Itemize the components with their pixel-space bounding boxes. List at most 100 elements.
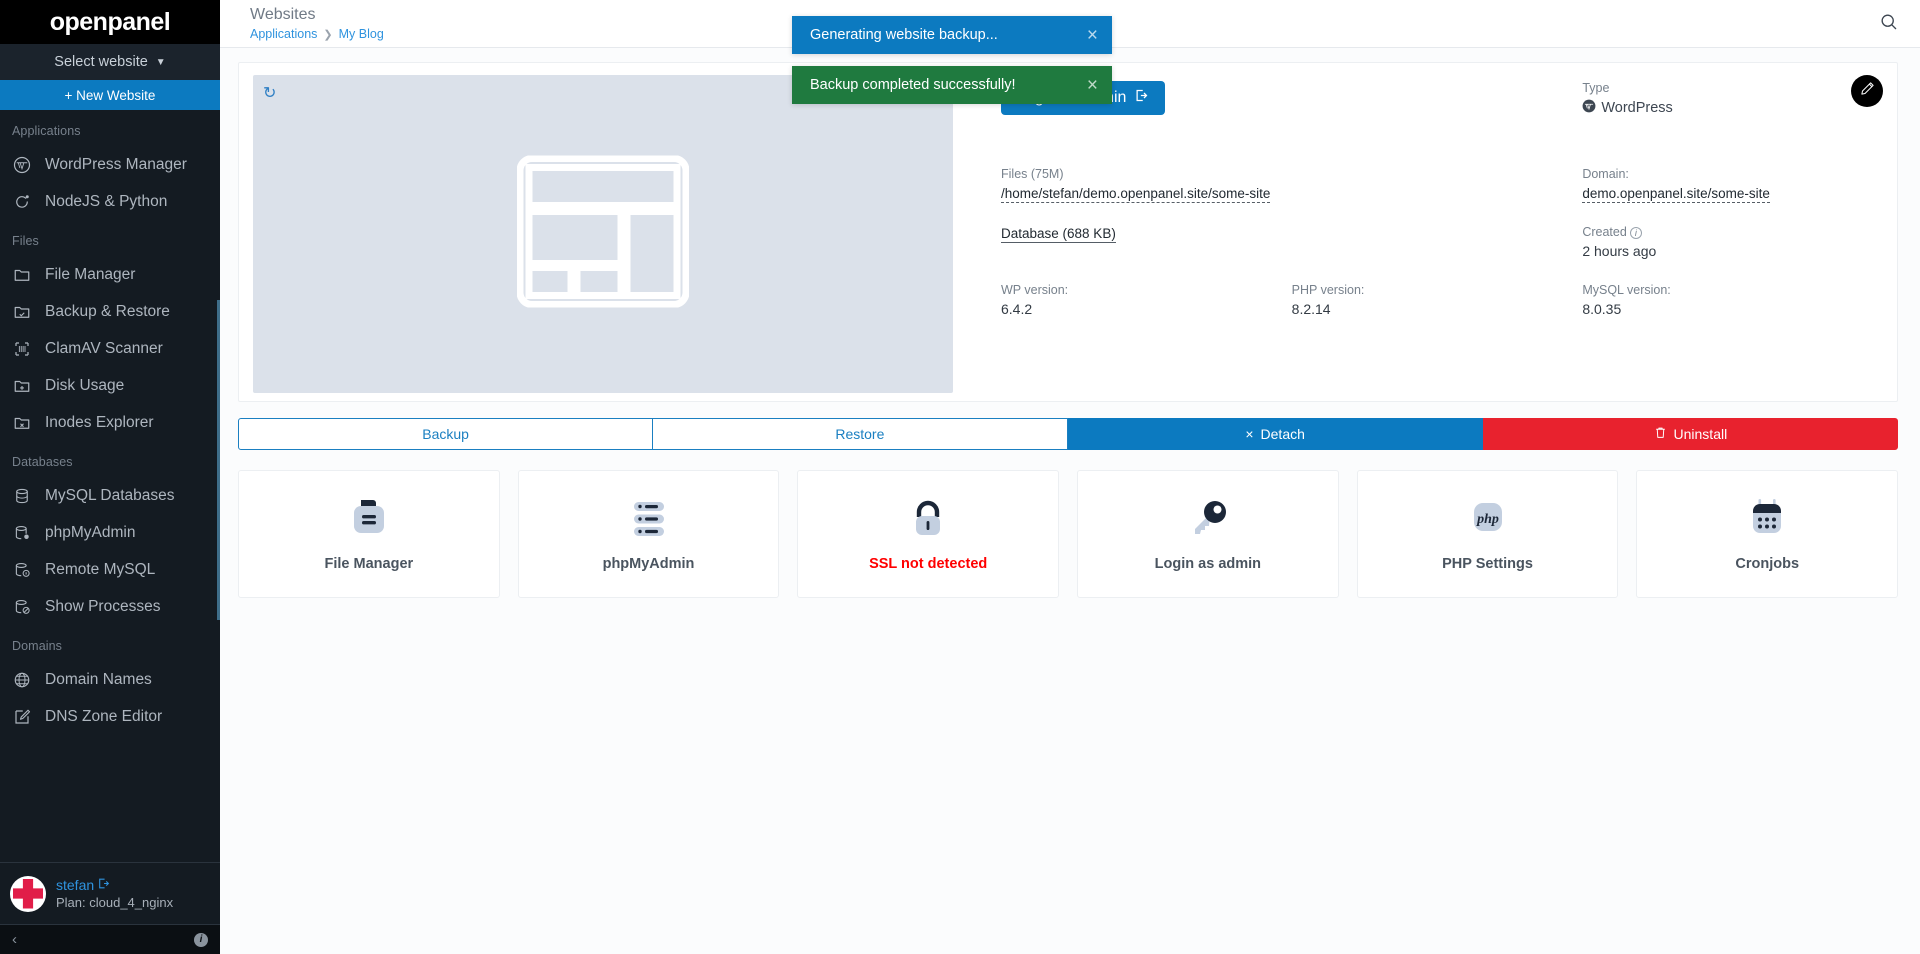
tile-php-settings[interactable]: php PHP Settings — [1356, 470, 1619, 598]
close-icon[interactable]: × — [1087, 76, 1098, 95]
user-name[interactable]: stefan — [56, 877, 173, 893]
quick-tools-grid: File Manager phpMyAdmin SSL not detected… — [238, 470, 1899, 598]
sidebar-nav: Applications WordPress Manager NodeJS & … — [0, 110, 220, 862]
type-value-label: WordPress — [1601, 100, 1673, 116]
tile-label: Cronjobs — [1735, 556, 1800, 572]
edit-website-button[interactable] — [1851, 75, 1883, 107]
logout-icon[interactable] — [97, 877, 110, 893]
website-preview[interactable]: ↻ — [253, 75, 953, 393]
refresh-icon[interactable]: ↻ — [263, 83, 276, 103]
tile-label: PHP Settings — [1442, 556, 1533, 572]
info-row-versions: WP version: 6.4.2 PHP version: 8.2.14 My… — [1001, 283, 1873, 317]
svg-text:php: php — [1476, 512, 1499, 527]
mysql-version-value: 8.0.35 — [1582, 301, 1622, 317]
uninstall-label: Uninstall — [1673, 426, 1728, 442]
sidebar-item-clamav-scanner[interactable]: ClamAV Scanner — [0, 330, 220, 367]
sidebar-user-box[interactable]: stefan Plan: cloud_4_nginx — [0, 862, 220, 924]
php-version-value: 8.2.14 — [1291, 301, 1331, 317]
sidebar-item-dns-zone-editor[interactable]: DNS Zone Editor — [0, 698, 220, 735]
php-version-block: PHP version: 8.2.14 — [1292, 283, 1583, 317]
select-website-label: Select website — [54, 54, 148, 70]
database-ban-icon — [12, 597, 32, 617]
sidebar-item-domain-names[interactable]: Domain Names — [0, 661, 220, 698]
key-icon — [1186, 496, 1230, 542]
type-value: WordPress — [1582, 99, 1873, 117]
info-circle-icon[interactable]: i — [1629, 226, 1642, 239]
sidebar-item-show-processes[interactable]: Show Processes — [0, 588, 220, 625]
login-arrow-icon — [1134, 88, 1149, 108]
sidebar-item-label: WordPress Manager — [45, 155, 187, 173]
sidebar-item-label: NodeJS & Python — [45, 192, 168, 210]
files-label: Files (75M) — [1001, 167, 1064, 181]
brand-logo[interactable]: openpanel — [0, 0, 220, 44]
info-icon[interactable]: i — [194, 932, 208, 947]
user-name-label: stefan — [56, 877, 95, 893]
close-icon[interactable]: × — [1087, 26, 1098, 45]
calendar-icon — [1746, 496, 1788, 542]
created-value: 2 hours ago — [1582, 243, 1657, 259]
chevron-down-icon: ▼ — [155, 56, 166, 68]
sidebar-item-file-manager[interactable]: File Manager — [0, 256, 220, 293]
sidebar-item-inodes-explorer[interactable]: Inodes Explorer — [0, 404, 220, 441]
nav-group-databases-label: Databases — [12, 455, 73, 469]
pencil-icon — [1860, 81, 1875, 101]
toast-message: Backup completed successfully! — [810, 77, 1016, 93]
nav-group-applications-label: Applications — [12, 124, 81, 138]
website-wireframe-placeholder — [516, 155, 690, 313]
created-block: Created i 2 hours ago — [1582, 225, 1873, 259]
header-titles: Websites Applications ❯ My Blog — [250, 6, 384, 41]
domain-label: Domain: — [1582, 167, 1629, 181]
sidebar-item-label: ClamAV Scanner — [45, 339, 163, 357]
tile-file-manager[interactable]: File Manager — [238, 470, 500, 598]
sidebar-item-backup-restore[interactable]: Backup & Restore — [0, 293, 220, 330]
sidebar-item-label: Inodes Explorer — [45, 413, 154, 431]
sidebar-item-mysql-databases[interactable]: MySQL Databases — [0, 477, 220, 514]
page-title: Websites — [250, 6, 316, 23]
toast-stack: Generating website backup... × Backup co… — [792, 16, 1112, 116]
new-website-button[interactable]: + New Website — [0, 80, 220, 110]
chevron-left-icon[interactable]: ‹ — [12, 931, 17, 948]
uninstall-button[interactable]: Uninstall — [1482, 418, 1898, 450]
database-link[interactable]: Database (688 KB) — [1001, 226, 1116, 243]
php-icon: php — [1466, 496, 1510, 542]
breadcrumb-item-my-blog[interactable]: My Blog — [339, 27, 384, 41]
sidebar-item-phpmyadmin[interactable]: phpMyAdmin — [0, 514, 220, 551]
tile-label: File Manager — [324, 556, 414, 572]
search-icon[interactable] — [1879, 12, 1898, 36]
tile-phpmyadmin[interactable]: phpMyAdmin — [517, 470, 780, 598]
backup-button[interactable]: Backup — [238, 418, 654, 450]
new-website-label: + New Website — [64, 87, 156, 103]
sidebar-item-label: File Manager — [45, 265, 136, 283]
database-icon — [12, 486, 32, 506]
breadcrumb-item-applications[interactable]: Applications — [250, 27, 317, 41]
tile-login-as-admin[interactable]: Login as admin — [1077, 470, 1339, 598]
toast-message: Generating website backup... — [810, 27, 998, 43]
app-root: openpanel Select website ▼ + New Website… — [0, 0, 1920, 954]
sidebar-item-disk-usage[interactable]: Disk Usage — [0, 367, 220, 404]
detach-button[interactable]: × Detach — [1067, 418, 1483, 450]
sidebar-footer: ‹ i — [0, 924, 220, 954]
globe-icon — [12, 670, 32, 690]
tile-ssl-status[interactable]: SSL not detected — [797, 470, 1060, 598]
nodejs-python-icon — [12, 192, 32, 212]
select-website-dropdown[interactable]: Select website ▼ — [0, 44, 220, 80]
tile-label: phpMyAdmin — [602, 556, 695, 572]
sidebar-item-label: MySQL Databases — [45, 486, 175, 504]
sidebar-item-nodejs-python[interactable]: NodeJS & Python — [0, 183, 220, 220]
tile-cronjobs[interactable]: Cronjobs — [1636, 470, 1899, 598]
created-label-text: Created — [1582, 225, 1627, 239]
info-row-db-created: Database (688 KB) Created i 2 hours ago — [1001, 225, 1873, 259]
nav-group-domains-label: Domains — [12, 639, 63, 653]
toast-generating-backup: Generating website backup... × — [792, 16, 1112, 54]
avatar — [10, 875, 46, 912]
type-label: Type — [1582, 81, 1610, 95]
edit-square-icon — [12, 707, 32, 727]
sidebar: openpanel Select website ▼ + New Website… — [0, 0, 220, 954]
detach-label: Detach — [1260, 426, 1305, 442]
sidebar-item-wordpress-manager[interactable]: WordPress Manager — [0, 146, 220, 183]
files-path-link[interactable]: /home/stefan/demo.openpanel.site/some-si… — [1001, 186, 1271, 203]
wp-version-label: WP version: — [1001, 283, 1069, 297]
domain-link[interactable]: demo.openpanel.site/some-site — [1582, 186, 1770, 203]
restore-button[interactable]: Restore — [653, 418, 1068, 450]
sidebar-item-remote-mysql[interactable]: Remote MySQL — [0, 551, 220, 588]
